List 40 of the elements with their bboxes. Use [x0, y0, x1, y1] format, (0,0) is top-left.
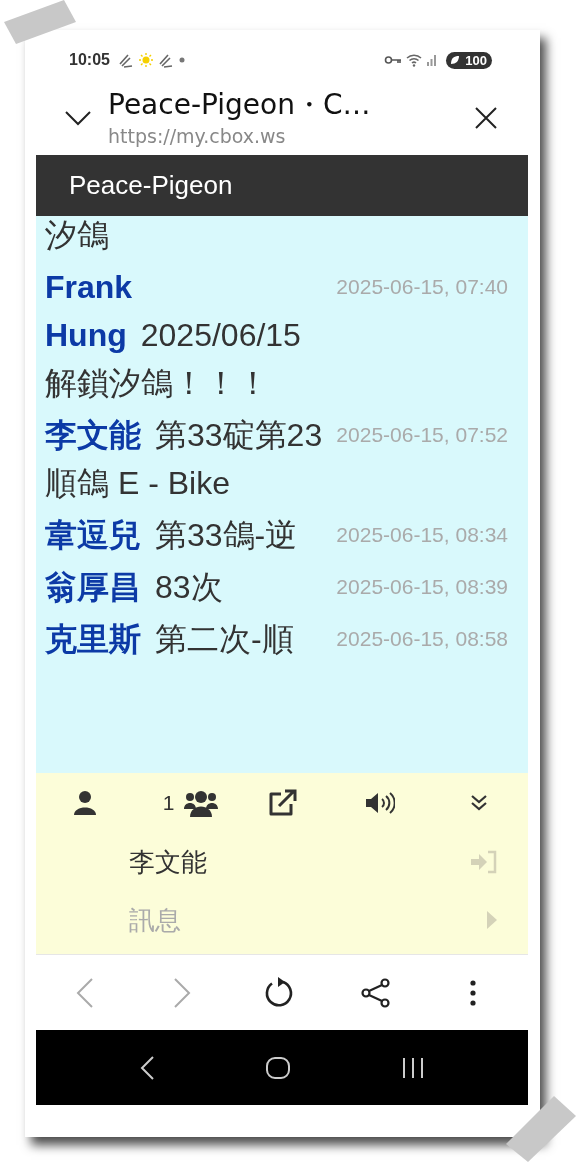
- user-icon[interactable]: [73, 790, 98, 816]
- users-icon[interactable]: [184, 789, 219, 817]
- message-field[interactable]: 訊息: [129, 891, 486, 949]
- message-time: 2025-06-15, 08:34: [336, 522, 508, 548]
- wifi-icon: [406, 53, 423, 67]
- close-icon[interactable]: [474, 105, 498, 130]
- more-options-icon[interactable]: [469, 978, 478, 1007]
- double-chevron-down-icon[interactable]: [469, 794, 488, 812]
- signal-icon: [426, 54, 439, 66]
- chat-title: Peace-Pigeon: [69, 170, 233, 201]
- status-time: 10:05: [69, 51, 110, 69]
- sun-icon: [137, 52, 154, 68]
- notification-icon: [117, 52, 134, 68]
- nav-back-icon[interactable]: [139, 1054, 155, 1081]
- volume-icon[interactable]: [365, 791, 396, 815]
- share-icon[interactable]: [361, 977, 392, 1008]
- battery-level: 100: [465, 52, 487, 68]
- notification-icon: [157, 52, 174, 68]
- message-time: 2025-06-15, 07:52: [336, 422, 508, 448]
- message-text: 汐鴿: [45, 217, 109, 253]
- message-text: 翁厚昌 83次: [45, 568, 224, 607]
- message-time: 2025-06-15, 08:58: [336, 626, 508, 652]
- key-icon: [384, 54, 403, 66]
- external-link-icon[interactable]: [267, 789, 297, 817]
- home-icon[interactable]: [265, 1055, 291, 1080]
- message-text: 克里斯 第二次-順: [45, 620, 295, 659]
- recents-icon[interactable]: [401, 1055, 425, 1080]
- message-text: 韋逗兒 第33鴿-逆: [45, 516, 299, 555]
- online-count: 1: [162, 791, 175, 815]
- page-title: Peace-Pigeon・C…: [108, 86, 372, 123]
- reload-icon[interactable]: [263, 975, 295, 1010]
- message-time: 2025-06-15, 08:39: [336, 574, 508, 600]
- chevron-down-icon[interactable]: [64, 109, 92, 126]
- message-text: 李文能 第33碇第23順鴿 E - Bike: [45, 416, 324, 503]
- dot-icon: [177, 56, 186, 64]
- leaf-icon: [450, 55, 461, 65]
- message-time: 2025-06-15, 07:40: [336, 274, 508, 300]
- page-url: https://my.cbox.ws: [108, 123, 287, 149]
- message-text: Frank Hung 2025/06/15解鎖汐鴿！！！: [45, 268, 302, 403]
- name-field[interactable]: 李文能: [129, 833, 470, 891]
